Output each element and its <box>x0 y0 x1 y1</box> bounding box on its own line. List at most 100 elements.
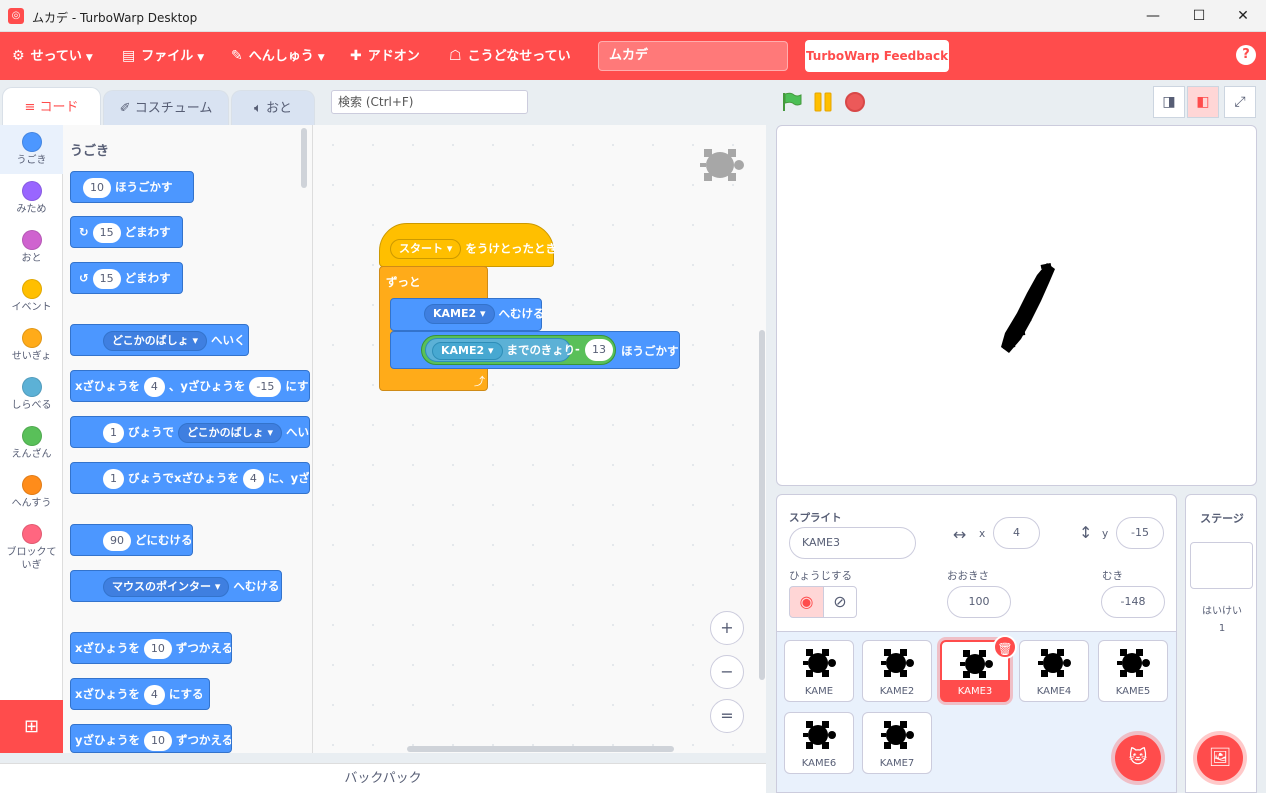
block-goto-xy[interactable]: xざひょうを4、yざひょうを-15にする <box>70 370 310 402</box>
sprite-thumbnail[interactable]: KAME6 <box>784 712 854 774</box>
dropdown-value: KAME2 <box>441 343 485 357</box>
stop-icon[interactable] <box>845 92 865 112</box>
block-input[interactable]: 15 <box>92 222 121 243</box>
sprite-thumbnail[interactable]: KAME <box>784 640 854 702</box>
hat-block-content: スタート ▾ をうけとったとき <box>386 239 557 259</box>
add-backdrop-icon[interactable]: 🖼︎ <box>1197 735 1243 781</box>
category-control[interactable]: せいぎょ <box>0 321 63 370</box>
sprite-thumbnail[interactable]: KAME2 <box>862 640 932 702</box>
delete-sprite-icon[interactable]: 🗑︎ <box>993 635 1017 659</box>
menu-advanced[interactable]: ☖ こうどなせってい <box>449 32 571 80</box>
category-looks[interactable]: みため <box>0 174 63 223</box>
sprite-thumbnail[interactable]: KAME5 <box>1098 640 1168 702</box>
block-change-y[interactable]: yざひょうを 10 ずつかえる <box>70 724 232 753</box>
maximize-button[interactable]: ☐ <box>1176 0 1222 32</box>
block-input[interactable]: 4 <box>242 468 264 489</box>
script-scrollbar-horizontal[interactable] <box>407 746 674 752</box>
block-change-x[interactable]: xざひょうを 10 ずつかえる <box>70 632 232 664</box>
category-variables[interactable]: へんすう <box>0 468 63 517</box>
sprite-thumbnail[interactable]: KAME7 <box>862 712 932 774</box>
tab-sounds[interactable]: 🔈︎ おと <box>231 90 315 126</box>
fullscreen-icon[interactable]: ⤢ <box>1224 86 1256 118</box>
script-scrollbar-vertical[interactable] <box>759 330 765 680</box>
category-motion[interactable]: うごき <box>0 125 63 174</box>
block-input[interactable]: 4 <box>143 376 165 397</box>
block-input[interactable]: 1 <box>103 468 124 489</box>
menu-addons[interactable]: ✚ アドオン <box>350 32 420 80</box>
menu-edit[interactable]: ✎ へんしゅう ▼ <box>231 32 325 80</box>
block-glide-xy[interactable]: 1 びょうでxざひょうを 4 に、yざ <box>70 462 310 494</box>
backpack[interactable]: バックパック <box>0 763 766 793</box>
sprite-info-panel: スプライト KAME3 ↔ x 4 ↕ y -15 ひょうじする ◉ ⊘ おおき… <box>776 494 1177 632</box>
category-sound[interactable]: おと <box>0 223 63 272</box>
size-input[interactable]: 100 <box>947 586 1011 618</box>
project-title-input[interactable]: ムカデ <box>598 41 788 71</box>
category-events[interactable]: イベント <box>0 272 63 321</box>
block-dropdown[interactable]: どこかのばしょ ▾ <box>178 422 283 443</box>
block-turn-right[interactable]: ↻ 15 どまわす <box>70 216 183 248</box>
palette-scrollbar[interactable] <box>301 128 307 188</box>
zoom-reset-icon[interactable]: = <box>710 699 744 733</box>
window-titlebar: ◎ ムカデ - TurboWarp Desktop — ☐ ✕ <box>0 0 1266 32</box>
normal-stage-icon[interactable]: ◧ <box>1187 86 1219 118</box>
category-myblocks[interactable]: ブロックていぎ <box>0 517 63 577</box>
help-icon[interactable]: ? <box>1236 45 1256 65</box>
minimize-button[interactable]: — <box>1130 0 1176 32</box>
category-sensing[interactable]: しらべる <box>0 370 63 419</box>
green-flag-icon[interactable] <box>781 92 803 112</box>
tab-code[interactable]: ≡ コード <box>2 87 101 126</box>
turbowarp-editor: ◎ ムカデ - TurboWarp Desktop — ☐ ✕ ⚙ せってい ▼ ▤… <box>0 0 1266 793</box>
sprite-thumbnail-label: KAME3 <box>957 686 993 697</box>
block-input[interactable]: 4 <box>143 684 165 705</box>
close-button[interactable]: ✕ <box>1220 0 1266 32</box>
block-dropdown[interactable]: マウスのポインター ▾ <box>103 576 230 597</box>
category-operators[interactable]: えんざん <box>0 419 63 468</box>
block-input[interactable]: 10 <box>83 177 111 198</box>
tab-costumes[interactable]: ✐ コスチューム <box>103 90 229 126</box>
add-extension-icon[interactable]: ⊞ <box>0 700 63 753</box>
sprite-thumbnail[interactable]: KAME4 <box>1019 640 1089 702</box>
block-point-direction[interactable]: 90 どにむける <box>70 524 193 556</box>
message-dropdown[interactable]: スタート ▾ <box>390 239 462 259</box>
block-point-towards[interactable]: マウスのポインター ▾ へむける <box>70 570 282 602</box>
add-sprite-icon[interactable]: 🐱︎ <box>1115 735 1161 781</box>
zoom-in-icon[interactable]: + <box>710 611 744 645</box>
feedback-button[interactable]: TurboWarp Feedback <box>805 40 949 72</box>
search-input[interactable]: 検索 (Ctrl+F) <box>331 90 528 114</box>
pause-icon[interactable] <box>813 92 833 112</box>
block-move-steps[interactable]: 10 ほうごかす <box>70 171 194 203</box>
menu-bar: ⚙ せってい ▼ ▤ ファイル ▼ ✎ へんしゅう ▼ ✚ アドオン ☖ こうどなせってい ムカ… <box>0 32 1266 80</box>
block-input[interactable]: 10 <box>144 730 172 751</box>
y-input[interactable]: -15 <box>1116 517 1164 549</box>
block-input[interactable]: 1 <box>103 422 124 443</box>
sprite-thumbnail-label: KAME <box>804 686 834 697</box>
block-glide-to[interactable]: 1 びょうで どこかのばしょ ▾ へい <box>70 416 310 448</box>
sprite-name-input[interactable]: KAME3 <box>789 527 916 559</box>
direction-input[interactable]: -148 <box>1101 586 1165 618</box>
category-label: うごき <box>16 155 47 166</box>
script-area[interactable] <box>313 125 766 753</box>
distance-dropdown[interactable]: KAME2 ▾ <box>432 341 503 360</box>
menu-file[interactable]: ▤ ファイル ▼ <box>122 32 204 80</box>
block-input[interactable]: 10 <box>143 638 172 659</box>
block-input[interactable]: 15 <box>92 268 121 289</box>
x-input[interactable]: 4 <box>993 517 1040 549</box>
zoom-out-icon[interactable]: − <box>710 655 744 689</box>
turtle-costume-icon <box>1117 649 1150 677</box>
stage-canvas[interactable] <box>776 125 1257 486</box>
show-eye-icon[interactable]: ◉ <box>789 586 824 618</box>
block-text: に、yざ <box>267 471 310 485</box>
block-input[interactable]: 90 <box>103 530 131 551</box>
block-goto[interactable]: どこかのばしょ ▾ へいく <box>70 324 249 356</box>
block-dropdown[interactable]: どこかのばしょ ▾ <box>103 330 208 351</box>
hide-eye-icon[interactable]: ⊘ <box>823 586 857 618</box>
block-input[interactable]: -15 <box>249 376 282 397</box>
block-turn-left[interactable]: ↺ 15 どまわす <box>70 262 183 294</box>
y-arrow-icon: ↕ <box>1079 523 1093 542</box>
sprite-dropdown[interactable]: KAME2 ▾ <box>424 304 495 324</box>
tab-code-label: コード <box>39 100 79 115</box>
small-stage-icon[interactable]: ◨ <box>1153 86 1185 118</box>
minus-value-input[interactable]: 13 <box>585 339 613 361</box>
block-set-x[interactable]: xざひょうを 4 にする <box>70 678 210 710</box>
menu-settings[interactable]: ⚙ せってい ▼ <box>12 32 93 80</box>
